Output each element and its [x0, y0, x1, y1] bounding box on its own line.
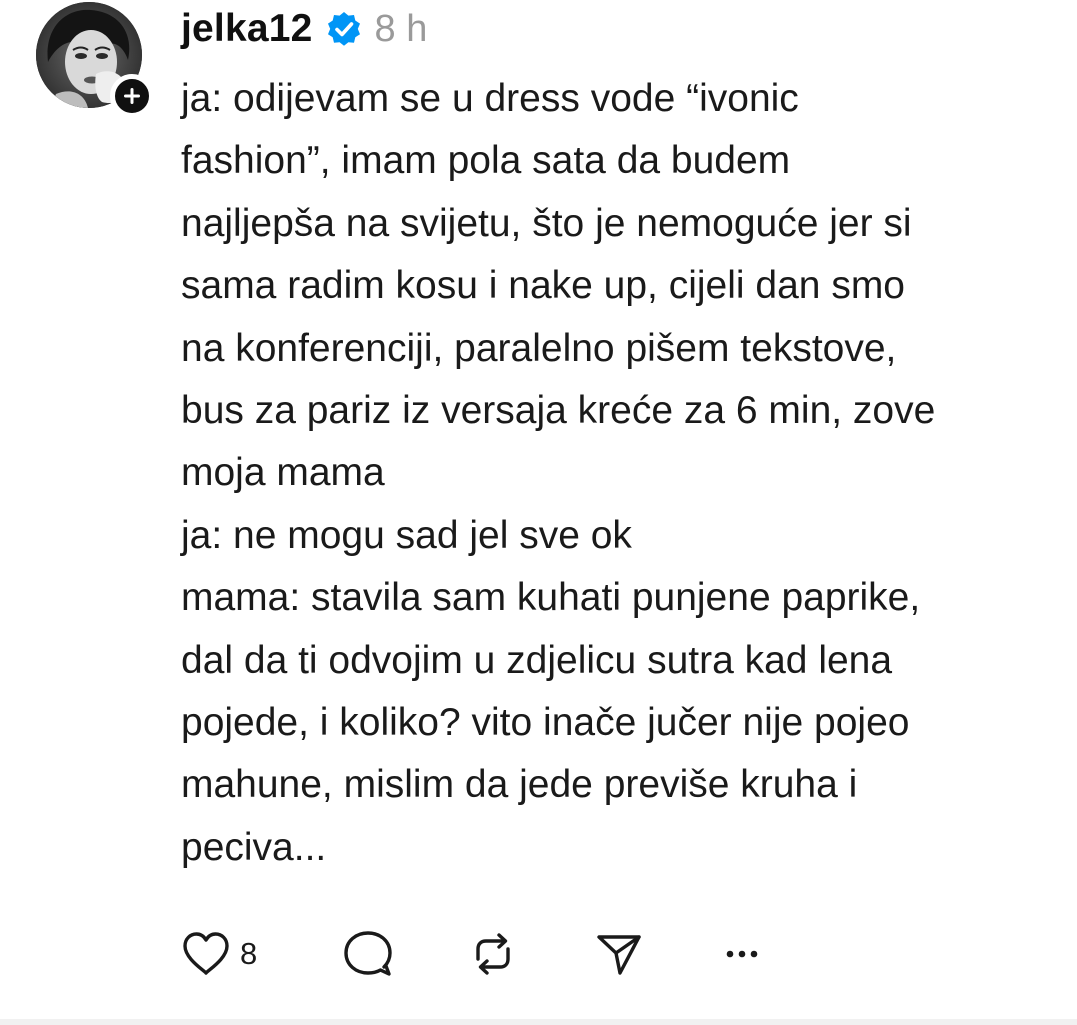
like-button[interactable]: 8	[180, 927, 257, 981]
follow-button[interactable]	[110, 74, 154, 118]
thread-post: jelka12 8 h ja: odijevam se u dress vode…	[0, 0, 1077, 1025]
post-text-line: na konferenciji, paralelno pišem tekstov…	[181, 326, 897, 370]
post-actions: 8	[180, 927, 780, 981]
post-text-line: dal da ti odvojim u zdjelicu sutra kad l…	[181, 638, 893, 682]
comment-bubble-icon	[344, 931, 392, 976]
post-text-line: mama: stavila sam kuhati punjene paprike…	[181, 576, 921, 620]
comment-button[interactable]	[341, 927, 395, 981]
verified-badge-icon	[325, 10, 363, 48]
post-text-line: bus za pariz iz versaja kreće za 6 min, …	[181, 388, 936, 432]
post-text-line: moja mama	[181, 451, 385, 495]
post-timestamp: 8 h	[374, 7, 428, 50]
send-icon	[597, 935, 641, 975]
more-dots-icon	[726, 950, 758, 958]
post-text-line: najljepša na svijetu, što je nemoguće je…	[181, 201, 912, 245]
post-divider	[0, 1019, 1077, 1025]
heart-icon	[183, 932, 229, 975]
repost-icon	[476, 933, 510, 975]
share-button[interactable]	[594, 927, 644, 981]
repost-button[interactable]	[468, 927, 518, 981]
author-username[interactable]: jelka12	[181, 7, 313, 51]
post-text-line: peciva...	[181, 825, 327, 869]
author-avatar-group[interactable]	[36, 2, 154, 118]
post-text-line: mahune, mislim da jede previše kruha i	[181, 763, 858, 807]
post-header: jelka12 8 h	[181, 4, 427, 54]
post-text-line: sama radim kosu i nake up, cijeli dan sm…	[181, 264, 905, 308]
post-text: ja: odijevam se u dress vode “ivonic fas…	[181, 68, 1061, 879]
plus-icon	[124, 88, 140, 104]
post-text-line: fashion”, imam pola sata da budem	[181, 139, 791, 183]
like-count: 8	[240, 936, 258, 971]
more-options-button[interactable]	[720, 927, 764, 981]
post-text-line: pojede, i koliko? vito inače jučer nije …	[181, 700, 910, 744]
post-text-line: ja: odijevam se u dress vode “ivonic	[181, 77, 799, 120]
post-text-line: ja: ne mogu sad jel sve ok	[181, 513, 632, 557]
